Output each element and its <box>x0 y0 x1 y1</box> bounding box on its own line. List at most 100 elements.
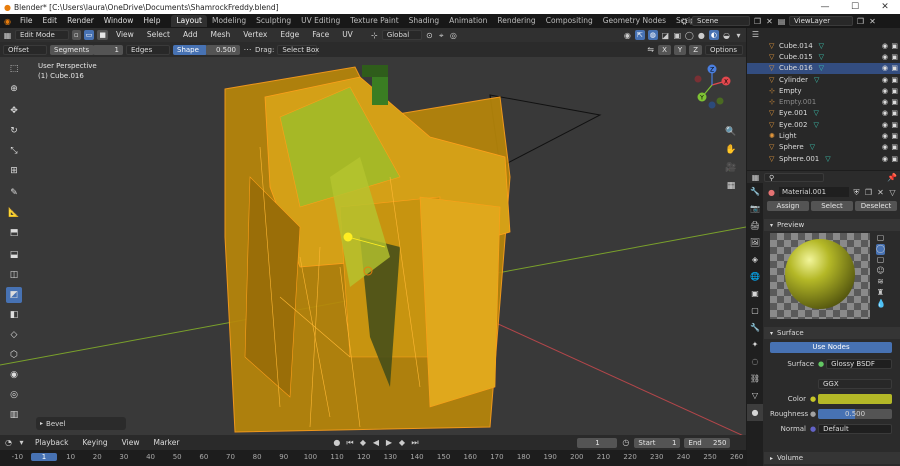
mirror-z-button[interactable]: Z <box>689 44 702 55</box>
visibility-eye-icon[interactable]: ◉ <box>882 76 888 84</box>
view-layer-tab-icon[interactable]: 🖼 <box>747 234 763 251</box>
zoom-view-icon[interactable]: 🔍 <box>724 125 738 139</box>
smooth-tool-icon[interactable]: ◎ <box>6 387 22 403</box>
mesh-data-icon[interactable]: ▽ <box>813 109 818 117</box>
preview-cube-icon[interactable]: ▢ <box>876 255 885 266</box>
3d-viewport[interactable]: User Perspective (1) Cube.016 ⬚ ⊕ ✥ ↻ ⤡ … <box>0 57 746 435</box>
proportional-edit-icon[interactable]: ◎ <box>449 31 458 40</box>
cursor-tool-icon[interactable]: ⊕ <box>6 81 22 97</box>
mesh-data-icon[interactable]: ▽ <box>819 64 824 72</box>
snap-icon[interactable]: ⌖ <box>437 31 446 40</box>
knife-tool-icon[interactable]: ◇ <box>6 327 22 343</box>
offset-type-selector[interactable]: Offset <box>3 44 47 55</box>
outliner-item[interactable]: ▽ Eye.001 ▽ ◉ ▣ <box>747 108 900 119</box>
menu-select[interactable]: Select <box>142 28 175 42</box>
preview-sphere-icon[interactable]: ◯ <box>876 244 885 255</box>
tab-shading[interactable]: Shading <box>404 15 444 27</box>
render-camera-icon[interactable]: ▣ <box>891 53 898 61</box>
options-menu[interactable]: Options <box>705 44 743 55</box>
scene-tab-icon[interactable]: ◈ <box>747 251 763 268</box>
mode-selector[interactable]: Edit Mode <box>15 30 69 40</box>
properties-editor-icon[interactable]: ▦ <box>751 173 760 182</box>
vertex-select-button[interactable]: ▫ <box>72 30 81 40</box>
menu-render[interactable]: Render <box>62 14 99 28</box>
menu-window[interactable]: Window <box>99 14 139 28</box>
mesh-data-icon[interactable]: ▽ <box>810 143 815 151</box>
visibility-eye-icon[interactable]: ◉ <box>882 143 888 151</box>
segments-field[interactable]: 1 <box>93 44 123 55</box>
visibility-eye-icon[interactable]: ◉ <box>882 155 888 163</box>
menu-vertex[interactable]: Vertex <box>238 28 272 42</box>
rotate-tool-icon[interactable]: ↻ <box>6 123 22 139</box>
mesh-data-icon[interactable]: ▽ <box>819 53 824 61</box>
start-frame-field[interactable]: Start 1 <box>634 437 681 448</box>
preview-sky-icon[interactable]: 💧 <box>876 299 886 310</box>
solid-shading-icon[interactable]: ● <box>697 31 706 40</box>
unlink-material-icon[interactable]: ✕ <box>876 188 885 197</box>
tab-modeling[interactable]: Modeling <box>207 15 251 27</box>
volume-panel-header[interactable]: ▸ Volume <box>764 452 900 464</box>
menu-edit[interactable]: Edit <box>38 14 63 28</box>
maximize-button[interactable]: ☐ <box>840 0 870 14</box>
pivot-icon[interactable]: ⊙ <box>425 31 434 40</box>
modifier-tab-icon[interactable]: 🔧 <box>747 319 763 336</box>
deselect-button[interactable]: Deselect <box>855 201 897 211</box>
spin-tool-icon[interactable]: ◉ <box>6 367 22 383</box>
edge-select-button[interactable]: ▭ <box>83 30 95 40</box>
mirror-x-icon[interactable]: ⇋ <box>646 45 655 54</box>
extrude-tool-icon[interactable]: ⬓ <box>6 247 22 263</box>
tab-layout[interactable]: Layout <box>171 15 207 27</box>
menu-face[interactable]: Face <box>307 28 334 42</box>
mirror-x-button[interactable]: X <box>658 44 671 55</box>
render-camera-icon[interactable]: ▣ <box>891 76 898 84</box>
outliner-item[interactable]: ▽ Cube.015 ▽ ◉ ▣ <box>747 51 900 62</box>
move-tool-icon[interactable]: ✥ <box>6 103 22 119</box>
menu-edge[interactable]: Edge <box>275 28 304 42</box>
render-camera-icon[interactable]: ▣ <box>891 143 898 151</box>
outliner-item[interactable]: ✺ Light ◉ ▣ <box>747 130 900 141</box>
menu-playback[interactable]: Playback <box>30 436 73 450</box>
render-camera-icon[interactable]: ▣ <box>891 121 898 129</box>
jump-end-icon[interactable]: ⏭ <box>410 438 419 447</box>
tab-rendering[interactable]: Rendering <box>492 15 540 27</box>
world-tab-icon[interactable]: 🌐 <box>747 268 763 285</box>
end-frame-field[interactable]: End 250 <box>684 437 731 448</box>
menu-add[interactable]: Add <box>178 28 203 42</box>
add-cube-tool-icon[interactable]: ⬒ <box>6 225 22 241</box>
node-tree-icon[interactable]: ▽ <box>888 188 897 197</box>
material-name-field[interactable]: Material.001 <box>779 187 849 197</box>
view-layer-selector[interactable]: ViewLayer <box>789 16 853 26</box>
visibility-eye-icon[interactable]: ◉ <box>882 87 888 95</box>
visibility-eye-icon[interactable]: ◉ <box>882 53 888 61</box>
close-button[interactable]: ✕ <box>870 0 900 14</box>
bevel-tool-icon[interactable]: ◩ <box>6 287 22 303</box>
preview-monkey-icon[interactable]: ☺ <box>876 266 885 277</box>
outliner-item[interactable]: ▽ Cylinder ▽ ◉ ▣ <box>747 74 900 85</box>
remove-view-layer-icon[interactable]: ✕ <box>868 17 877 26</box>
preview-hair-icon[interactable]: ≋ <box>876 277 885 288</box>
outliner-item[interactable]: ▽ Sphere.001 ▽ ◉ ▣ <box>747 153 900 164</box>
outliner-item[interactable]: ▽ Sphere ▽ ◉ ▣ <box>747 142 900 153</box>
last-operator-panel[interactable]: ▸ Bevel <box>36 417 126 430</box>
measure-tool-icon[interactable]: 📐 <box>6 205 22 221</box>
material-tab-icon[interactable]: ● <box>747 404 763 421</box>
object-tab-icon[interactable]: ▢ <box>747 302 763 319</box>
remove-scene-icon[interactable]: ✕ <box>765 17 774 26</box>
scale-tool-icon[interactable]: ⤡ <box>6 143 22 159</box>
timeline-collapse-icon[interactable]: ▾ <box>17 438 26 447</box>
next-keyframe-icon[interactable]: ◆ <box>397 438 406 447</box>
tab-animation[interactable]: Animation <box>444 15 492 27</box>
visibility-eye-icon[interactable]: ◉ <box>882 98 888 106</box>
edge-slide-tool-icon[interactable]: ▥ <box>6 407 22 423</box>
outliner-item[interactable]: ▽ Cube.014 ▽ ◉ ▣ <box>747 40 900 51</box>
editor-type-icon[interactable]: ▦ <box>3 31 12 40</box>
surface-shader-selector[interactable]: Glossy BSDF <box>826 359 892 369</box>
tab-sculpting[interactable]: Sculpting <box>251 15 296 27</box>
physics-tab-icon[interactable]: ◌ <box>747 353 763 370</box>
visibility-eye-icon[interactable]: ◉ <box>882 121 888 129</box>
play-icon[interactable]: ▶ <box>384 438 393 447</box>
menu-file[interactable]: File <box>15 14 38 28</box>
annotate-tool-icon[interactable]: ✎ <box>6 185 22 201</box>
render-camera-icon[interactable]: ▣ <box>891 42 898 50</box>
render-tab-icon[interactable]: 📷 <box>747 200 763 217</box>
